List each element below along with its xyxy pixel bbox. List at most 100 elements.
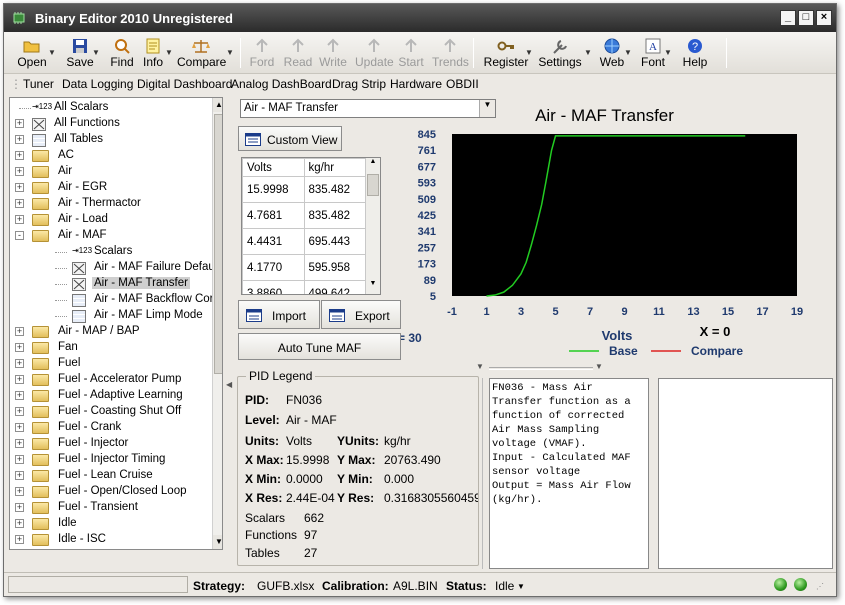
chevron-down-icon[interactable]: ▼ — [584, 48, 592, 57]
info-button[interactable]: Info — [139, 35, 167, 71]
tree-item[interactable]: + Fuel - Adaptive Learning — [10, 388, 210, 404]
scroll-down-arrow[interactable]: ▼ — [213, 535, 222, 549]
scroll-thumb[interactable] — [367, 174, 379, 196]
minimize-button[interactable]: _ — [780, 10, 796, 26]
expand-icon[interactable]: + — [15, 455, 24, 464]
tree-view[interactable]: ⇥123 All Scalars + All Functions + All Tables… — [9, 97, 223, 550]
tree-item[interactable]: + Fuel - Open/Closed Loop — [10, 484, 210, 500]
help-button[interactable]: ? Help — [675, 35, 715, 71]
tree-item[interactable]: + Air - EGR — [10, 180, 210, 196]
menu-tuner[interactable]: Tuner — [23, 77, 54, 91]
resize-grip-icon[interactable]: ⋰ — [816, 582, 824, 591]
expand-icon[interactable]: + — [15, 391, 24, 400]
tree-item[interactable]: + Fuel - Crank — [10, 420, 210, 436]
ford-button[interactable]: Ford — [247, 35, 277, 71]
expand-icon[interactable]: + — [15, 167, 24, 176]
expand-icon[interactable]: + — [15, 359, 24, 368]
register-button[interactable]: Register — [481, 35, 531, 71]
tree-item[interactable]: + Idle - ISC — [10, 532, 210, 548]
tree-item[interactable]: + Fuel - Accelerator Pump — [10, 372, 210, 388]
tree-item[interactable]: + Air - Load — [10, 212, 210, 228]
tree-item[interactable]: ⇥123 Scalars — [10, 244, 210, 260]
tree-item[interactable]: Air - MAF Failure Default Air — [10, 260, 222, 276]
grid-cell[interactable]: 4.7681 — [242, 202, 305, 229]
tree-item[interactable]: + All Functions — [10, 116, 210, 132]
update-button[interactable]: Update — [355, 35, 394, 71]
export-button[interactable]: Export — [321, 300, 401, 329]
close-button[interactable]: × — [816, 10, 832, 26]
tree-item[interactable]: - Air - MAF — [10, 228, 210, 244]
tree-item[interactable]: + Fuel - Lean Cruise — [10, 468, 210, 484]
notes-pane[interactable] — [658, 378, 833, 569]
expand-icon[interactable]: + — [15, 423, 24, 432]
expand-icon[interactable]: + — [15, 215, 24, 224]
expand-icon[interactable]: + — [15, 503, 24, 512]
collapse-icon[interactable]: - — [15, 231, 24, 240]
open-button[interactable]: Open — [12, 35, 52, 71]
grid-cell[interactable]: 695.443 — [303, 228, 366, 255]
grid-cell[interactable]: 835.482 — [303, 202, 366, 229]
expand-icon[interactable]: + — [15, 487, 24, 496]
splitter-handle[interactable] — [489, 367, 593, 370]
tree-item[interactable]: + Air - Thermactor — [10, 196, 210, 212]
expand-icon[interactable]: + — [15, 327, 24, 336]
tree-item[interactable]: + Fuel - Transient — [10, 500, 210, 516]
scroll-down-arrow[interactable]: ▼ — [366, 280, 380, 293]
tree-item[interactable]: + AC — [10, 148, 210, 164]
splitter-arrow-icon[interactable]: ▼ — [476, 362, 484, 371]
tree-item[interactable]: + Idle — [10, 516, 210, 532]
maximize-button[interactable]: □ — [798, 10, 814, 26]
chevron-down-icon[interactable]: ▼ — [525, 48, 533, 57]
custom-view-button[interactable]: Custom View — [238, 126, 342, 151]
chevron-down-icon[interactable]: ▼ — [92, 48, 100, 57]
grid-cell[interactable]: 595.958 — [303, 254, 366, 281]
expand-icon[interactable]: + — [15, 375, 24, 384]
auto-tune-maf-button[interactable]: Auto Tune MAF — [238, 333, 401, 360]
tree-item[interactable]: + Air - MAP / BAP — [10, 324, 210, 340]
tree-item[interactable]: + All Tables — [10, 132, 210, 148]
splitter-handle[interactable] — [482, 378, 488, 569]
read-button[interactable]: Read — [283, 35, 313, 71]
grid-scrollbar[interactable]: ▲ ▼ — [366, 158, 380, 294]
find-button[interactable]: Find — [108, 35, 136, 71]
status-value[interactable]: Idle — [495, 579, 514, 593]
expand-icon[interactable]: + — [15, 343, 24, 352]
import-button[interactable]: Import — [238, 300, 320, 329]
expand-icon[interactable]: + — [15, 535, 24, 544]
tree-item[interactable]: + Fuel — [10, 356, 210, 372]
tree-item[interactable]: Air - MAF Transfer — [10, 276, 210, 292]
menu-digital-dashboard[interactable]: Digital Dashboard — [137, 77, 232, 91]
tree-scrollbar[interactable]: ▲ ▼ — [212, 98, 222, 549]
menu-analog-dashboard[interactable]: Analog DashBoard — [231, 77, 332, 91]
scroll-thumb[interactable] — [214, 114, 222, 374]
grid-cell[interactable]: 4.1770 — [242, 254, 305, 281]
expand-icon[interactable]: + — [15, 199, 24, 208]
expand-icon[interactable]: + — [15, 119, 24, 128]
grid-cell[interactable]: 15.9998 — [242, 176, 305, 203]
tree-item[interactable]: + Fuel - Injector Timing — [10, 452, 210, 468]
grid-cell[interactable]: 835.482 — [303, 176, 366, 203]
write-button[interactable]: Write — [317, 35, 349, 71]
expand-icon[interactable]: + — [15, 471, 24, 480]
grid-cell[interactable]: 4.4431 — [242, 228, 305, 255]
settings-button[interactable]: Settings — [535, 35, 585, 71]
grid-header-cell[interactable]: kg/hr — [303, 158, 366, 177]
menu-data-logging[interactable]: Data Logging — [62, 77, 133, 91]
tree-item[interactable]: +Knock Sensor — [10, 548, 210, 549]
start-button[interactable]: Start — [396, 35, 426, 71]
splitter-arrow-icon[interactable]: ◀ — [226, 380, 232, 389]
menu-obdii[interactable]: OBDII — [446, 77, 479, 91]
scroll-up-arrow[interactable]: ▲ — [213, 98, 222, 112]
chevron-down-icon[interactable]: ▼ — [48, 48, 56, 57]
splitter-arrow-icon[interactable]: ▼ — [595, 362, 603, 371]
tree-item[interactable]: Air - MAF Limp Mode — [10, 308, 210, 324]
expand-icon[interactable]: + — [15, 135, 24, 144]
expand-icon[interactable]: + — [15, 439, 24, 448]
menu-hardware[interactable]: Hardware — [390, 77, 442, 91]
chevron-down-icon[interactable]: ▼ — [664, 48, 672, 57]
expand-icon[interactable]: + — [15, 407, 24, 416]
grid-cell[interactable]: 499.642 — [303, 280, 366, 294]
chevron-down-icon[interactable]: ▼ — [517, 582, 525, 591]
grid-cell[interactable]: 3.8860 — [242, 280, 305, 294]
menu-drag-strip[interactable]: Drag Strip — [332, 77, 386, 91]
